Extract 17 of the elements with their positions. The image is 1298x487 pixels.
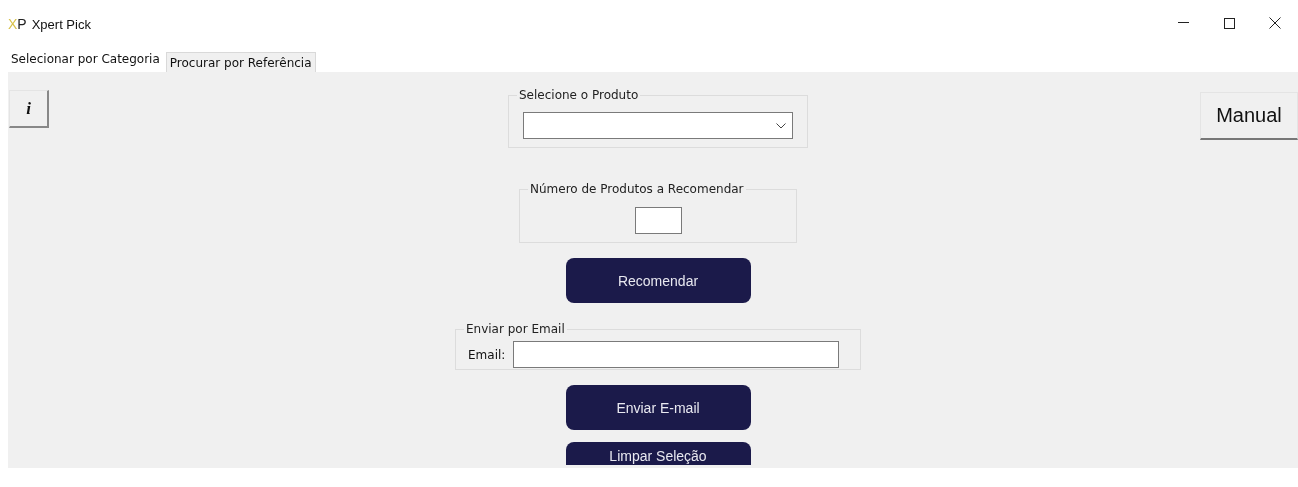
minimize-icon[interactable] [1177, 22, 1189, 24]
manual-button[interactable]: Manual [1200, 92, 1298, 140]
email-input[interactable] [513, 341, 840, 368]
info-button[interactable]: i [9, 90, 49, 128]
send-email-button[interactable]: Enviar E-mail [565, 385, 751, 430]
chevron-down-icon [776, 122, 786, 129]
product-dropdown[interactable] [523, 112, 793, 139]
tab[interactable]: Procurar por Referência [165, 52, 316, 72]
recommend-button[interactable]: Recomendar [565, 258, 751, 303]
quantity-input[interactable] [634, 207, 682, 234]
maximize-icon[interactable] [1223, 17, 1235, 29]
email-label: Email: [468, 347, 506, 362]
close-icon[interactable] [1269, 17, 1281, 29]
app-logo: XP [8, 16, 27, 32]
group-label: Enviar por Email [464, 321, 567, 337]
window-title: Xpert Pick [31, 16, 91, 32]
clear-selection-button[interactable]: Limpar Seleção [565, 442, 751, 465]
